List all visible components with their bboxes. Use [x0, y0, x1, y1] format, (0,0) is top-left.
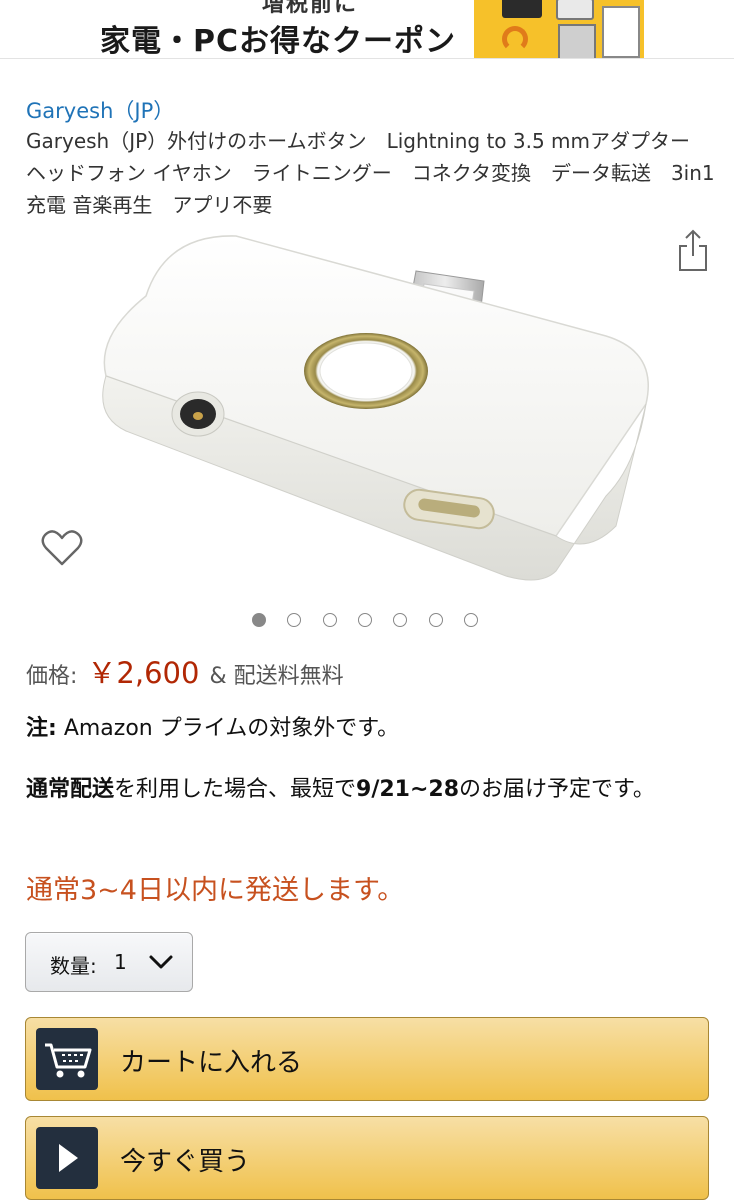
note-text: Amazon プライムの対象外です。	[63, 716, 400, 741]
banner-main-text: 家電・PCお得なクーポン	[100, 24, 457, 59]
quantity-select[interactable]: 数量: 1	[25, 932, 193, 992]
play-icon	[36, 1127, 98, 1189]
prime-note: 注: Amazon プライムの対象外です。	[26, 710, 399, 742]
delivery-text-2: のお届け予定です。	[459, 777, 655, 802]
shipping-text: 配送料無料	[233, 664, 344, 689]
share-icon[interactable]	[676, 228, 710, 272]
product-title: Garyesh（JP）外付けのホームボタン Lightning to 3.5 m…	[26, 129, 715, 217]
delivery-text-1: を利用した場合、最短で	[114, 777, 357, 802]
price-label: 価格:	[26, 664, 78, 689]
price-row: 価格: ￥2,600 & 配送料無料	[26, 650, 344, 692]
brand-link[interactable]: Garyesh（JP）	[26, 95, 174, 125]
pagination-dot[interactable]	[463, 613, 478, 627]
price-value: ￥2,600	[87, 656, 200, 690]
pagination-dot[interactable]	[322, 613, 337, 627]
heart-icon[interactable]	[40, 528, 84, 568]
note-label: 注:	[26, 716, 57, 741]
pagination-dot[interactable]	[357, 613, 372, 627]
pagination-dot[interactable]	[393, 613, 408, 627]
price-amp: &	[209, 664, 227, 689]
pagination-dot[interactable]	[428, 613, 443, 627]
promo-banner[interactable]: 増税前に 家電・PCお得なクーポン	[0, 0, 734, 59]
add-to-cart-label: カートに入れる	[120, 1048, 303, 1078]
pagination-dot[interactable]	[287, 613, 302, 627]
delivery-method: 通常配送	[26, 777, 115, 802]
add-to-cart-button[interactable]: カートに入れる	[25, 1017, 709, 1101]
banner-appliances-image	[474, 0, 644, 58]
delivery-info: 通常配送を利用した場合、最短で9/21~28のお届け予定です。	[26, 772, 716, 808]
ship-time: 通常3~4日以内に発送します。	[26, 875, 405, 906]
buy-now-button[interactable]: 今すぐ買う	[25, 1116, 709, 1200]
chevron-down-icon	[149, 955, 173, 969]
pagination-dot[interactable]	[252, 613, 266, 627]
cart-icon	[36, 1028, 98, 1090]
quantity-label: 数量:	[50, 954, 97, 978]
quantity-value: 1	[114, 950, 127, 974]
product-image[interactable]	[86, 226, 666, 596]
delivery-dates: 9/21~28	[356, 777, 460, 802]
buy-now-label: 今すぐ買う	[120, 1147, 251, 1177]
